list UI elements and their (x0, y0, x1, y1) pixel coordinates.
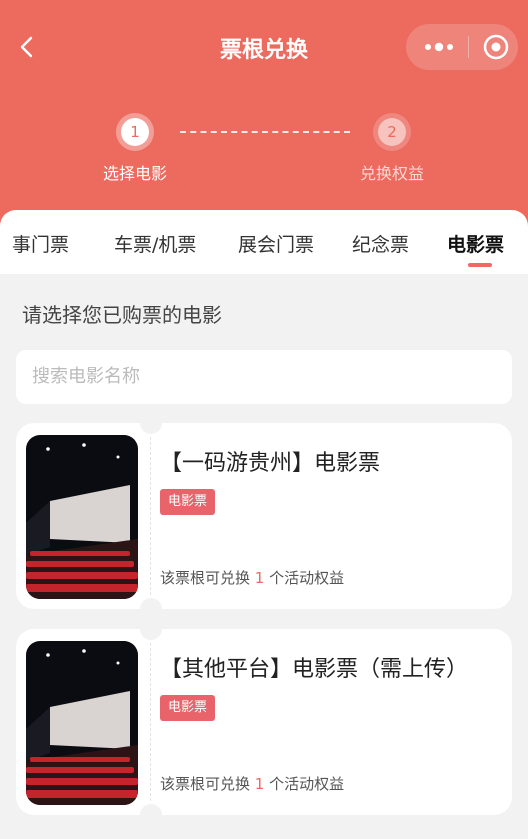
ticket-notch (140, 804, 162, 826)
ticket-type-badge: 电影票 (160, 489, 216, 515)
ticket-notch (140, 412, 162, 434)
tab-train-flight-tickets[interactable]: 车票/机票 (114, 230, 196, 257)
tab-exhibition-tickets[interactable]: 展会门票 (238, 230, 314, 257)
step-2-indicator: 2 (378, 118, 406, 146)
redeem-suffix: 个活动权益 (269, 775, 345, 793)
ticket-notch (140, 598, 162, 620)
tab-movie-tickets[interactable]: 电影票 (447, 230, 504, 257)
ticket-notch (140, 618, 162, 640)
redeem-prefix: 该票根可兑换 (160, 775, 251, 793)
movie-card[interactable]: 【一码游贵州】电影票 电影票 该票根可兑换 1 个活动权益 (16, 412, 512, 620)
search-input[interactable]: 搜索电影名称 (16, 350, 512, 404)
cinema-poster-image (26, 435, 138, 599)
ticket-divider (150, 643, 151, 801)
step-1-label: 选择电影 (102, 164, 167, 183)
redeem-info: 该票根可兑换 1 个活动权益 (160, 567, 344, 588)
redeem-prefix: 该票根可兑换 (160, 569, 251, 587)
more-dots-icon[interactable] (422, 34, 456, 60)
tab-souvenir-tickets[interactable]: 纪念票 (352, 230, 409, 257)
step-1-indicator: 1 (121, 118, 149, 146)
movie-card[interactable]: 【其他平台】电影票（需上传） 电影票 该票根可兑换 1 个活动权益 (16, 618, 512, 826)
redeem-count: 1 (254, 775, 265, 793)
ticket-divider (150, 437, 151, 595)
mini-program-capsule (406, 24, 518, 70)
redeem-info: 该票根可兑换 1 个活动权益 (160, 773, 344, 794)
redeem-count: 1 (254, 569, 265, 587)
tab-event-tickets[interactable]: 事门票 (12, 230, 69, 257)
redeem-suffix: 个活动权益 (269, 569, 345, 587)
cinema-poster-image (26, 641, 138, 805)
ticket-type-badge: 电影票 (160, 695, 216, 721)
card-title: 【一码游贵州】电影票 (160, 451, 381, 476)
header: 票根兑换 1 2 选择电影 兑换权益 (0, 0, 528, 240)
active-tab-indicator (468, 263, 492, 267)
section-title: 请选择您已购票的电影 (22, 303, 222, 327)
target-close-icon[interactable] (482, 33, 510, 61)
capsule-divider (468, 36, 469, 58)
step-connector (180, 131, 350, 133)
card-title: 【其他平台】电影票（需上传） (160, 657, 469, 682)
category-tabs: 事门票 车票/机票 展会门票 纪念票 电影票 (0, 210, 528, 274)
step-2-label: 兑换权益 (359, 164, 424, 183)
